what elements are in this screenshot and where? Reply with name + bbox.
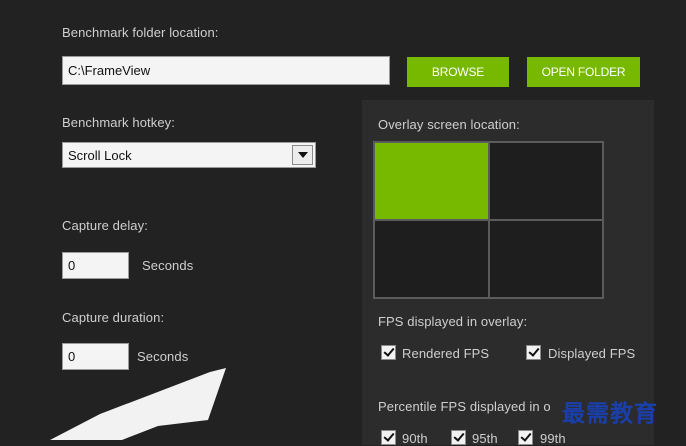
capture-delay-unit: Seconds — [142, 258, 194, 273]
percentile-99th-checkbox[interactable] — [518, 430, 533, 445]
hotkey-selected-value: Scroll Lock — [68, 147, 132, 163]
overlay-cell-top-left[interactable] — [373, 141, 490, 221]
percentile-fps-label: Percentile FPS displayed in o — [378, 399, 551, 414]
capture-duration-unit: Seconds — [137, 349, 189, 364]
percentile-90th-checkbox[interactable] — [381, 430, 396, 445]
overlay-cell-top-right[interactable] — [488, 141, 604, 221]
overlay-cell-bottom-left[interactable] — [373, 219, 490, 299]
folder-label: Benchmark folder location: — [62, 25, 219, 40]
displayed-fps-checkbox[interactable] — [526, 345, 541, 360]
capture-duration-input[interactable]: 0 — [62, 343, 129, 370]
overlay-cell-bottom-right[interactable] — [488, 219, 604, 299]
hotkey-dropdown[interactable]: Scroll Lock — [62, 142, 316, 168]
chevron-down-icon[interactable] — [292, 145, 313, 165]
overlay-location-grid — [373, 141, 604, 299]
rendered-fps-label: Rendered FPS — [402, 346, 490, 361]
fps-overlay-label: FPS displayed in overlay: — [378, 314, 528, 329]
open-folder-button[interactable]: OPEN FOLDER — [527, 57, 640, 87]
capture-delay-label: Capture delay: — [62, 218, 148, 233]
percentile-90th-label: 90th — [402, 431, 428, 446]
capture-delay-input[interactable]: 0 — [62, 252, 129, 279]
overlay-location-label: Overlay screen location: — [378, 117, 520, 132]
capture-duration-label: Capture duration: — [62, 310, 165, 325]
hotkey-label: Benchmark hotkey: — [62, 115, 175, 130]
folder-path-input[interactable]: C:\FrameView — [62, 56, 390, 85]
watermark: 最需教育 — [562, 400, 658, 427]
percentile-95th-checkbox[interactable] — [451, 430, 466, 445]
browse-button[interactable]: BROWSE — [407, 57, 509, 87]
percentile-99th-label: 99th — [540, 431, 566, 446]
rendered-fps-checkbox[interactable] — [381, 345, 396, 360]
displayed-fps-label: Displayed FPS — [548, 346, 636, 361]
percentile-95th-label: 95th — [472, 431, 498, 446]
arrow-shape-icon — [50, 368, 226, 440]
